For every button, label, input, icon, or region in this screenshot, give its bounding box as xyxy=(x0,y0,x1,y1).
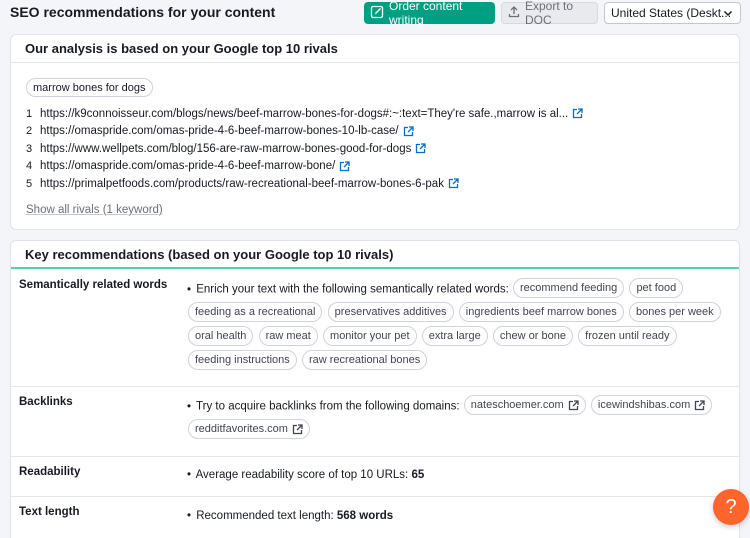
order-label: Order content writing xyxy=(389,0,463,27)
backlink-domain-chip[interactable]: redditfavorites.com xyxy=(188,419,310,440)
rival-url[interactable]: https://www.wellpets.com/blog/156-are-ra… xyxy=(40,143,411,155)
semantic-word-chip: recommend feeding xyxy=(513,278,625,298)
edit-icon xyxy=(370,5,384,22)
text-length-text: Recommended text length: xyxy=(196,510,334,522)
list-fade xyxy=(26,191,726,199)
text-length-value: 568 words xyxy=(336,510,394,522)
bullet: • xyxy=(187,283,192,296)
semantic-row: Semantically related words • Enrich your… xyxy=(11,271,739,387)
text-length-body: • Recommended text length: 568 words xyxy=(187,505,732,529)
recommendations-title: Key recommendations (based on your Googl… xyxy=(11,241,739,269)
analysis-title: Our analysis is based on your Google top… xyxy=(11,35,739,63)
chevron-down-icon xyxy=(722,7,734,22)
semantic-word-chip: feeding instructions xyxy=(188,350,297,371)
readability-value: 65 xyxy=(411,469,425,481)
rival-number: 3 xyxy=(26,142,33,155)
bullet: • xyxy=(187,400,192,413)
rival-number: 5 xyxy=(26,177,33,190)
external-link-icon[interactable] xyxy=(694,399,705,411)
semantic-word-chip: frozen until ready xyxy=(578,326,677,347)
bullet: • xyxy=(187,469,192,481)
recommendations-card: Key recommendations (based on your Googl… xyxy=(10,240,740,538)
external-link-icon[interactable] xyxy=(415,143,427,154)
external-link-icon[interactable] xyxy=(568,399,579,411)
semantic-word-chip: monitor your pet xyxy=(323,326,417,347)
backlinks-body: • Try to acquire backlinks from the foll… xyxy=(187,395,732,443)
rival-number: 4 xyxy=(26,160,33,173)
country-value: United States (Deskt... xyxy=(611,6,732,20)
domain-label: nateschoemer.com xyxy=(470,399,564,411)
semantic-word-chip: ingredients beef marrow bones xyxy=(458,302,624,323)
backlink-domain-chip[interactable]: icewindshibas.com xyxy=(590,395,713,415)
page-title: SEO recommendations for your content xyxy=(10,4,276,20)
export-to-doc-button[interactable]: Export to DOC xyxy=(501,0,598,27)
rivals-list: 1 https://k9connoisseur.com/blogs/news/b… xyxy=(26,105,726,195)
export-label: Export to DOC xyxy=(525,0,574,27)
readability-body: • Average readability score of top 10 UR… xyxy=(187,464,732,488)
list-item: 3 https://www.wellpets.com/blog/156-are-… xyxy=(26,140,726,158)
semantic-word-chip: extra large xyxy=(421,326,488,347)
backlinks-intro: Try to acquire backlinks from the follow… xyxy=(196,400,460,413)
semantic-word-chip: feeding as a recreational xyxy=(188,302,323,323)
semantic-word-chip: preservatives additives xyxy=(327,302,454,323)
rival-url[interactable]: https://omaspride.com/omas-pride-4-6-bee… xyxy=(40,125,399,137)
upload-icon xyxy=(508,5,520,21)
top-bar: SEO recommendations for your content Ord… xyxy=(0,0,750,27)
domain-label: icewindshibas.com xyxy=(597,399,691,411)
backlinks-row: Backlinks • Try to acquire backlinks fro… xyxy=(11,387,739,457)
list-item: 4 https://omaspride.com/omas-pride-4-6-b… xyxy=(26,158,726,176)
rival-url[interactable]: https://primalpetfoods.com/products/raw-… xyxy=(40,178,444,190)
semantic-word-chip: pet food xyxy=(629,278,684,298)
show-all-rivals-link[interactable]: Show all rivals (1 keyword) xyxy=(26,204,163,216)
domain-label: redditfavorites.com xyxy=(195,423,288,436)
readability-row: Readability • Average readability score … xyxy=(11,457,739,497)
semantic-word-chip: oral health xyxy=(188,326,254,347)
semantic-word-chip: raw meat xyxy=(258,326,318,347)
list-item: 1 https://k9connoisseur.com/blogs/news/b… xyxy=(26,105,726,123)
analysis-card: Our analysis is based on your Google top… xyxy=(10,34,740,230)
backlink-domain-chip[interactable]: nateschoemer.com xyxy=(463,395,586,415)
list-item: 2 https://omaspride.com/omas-pride-4-6-b… xyxy=(26,123,726,141)
country-select[interactable]: United States (Deskt... xyxy=(604,2,741,24)
external-link-icon[interactable] xyxy=(572,108,583,119)
keyword-chip: marrow bones for dogs xyxy=(26,78,153,97)
rival-number: 2 xyxy=(26,125,33,138)
order-content-writing-button[interactable]: Order content writing xyxy=(364,0,495,27)
rival-number: 1 xyxy=(26,107,33,120)
list-item: 5 https://primalpetfoods.com/products/ra… xyxy=(26,175,726,193)
external-link-icon[interactable] xyxy=(339,161,350,172)
rival-url[interactable]: https://k9connoisseur.com/blogs/news/bee… xyxy=(40,108,568,120)
semantic-word-chip: chew or bone xyxy=(492,326,573,347)
external-link-icon[interactable] xyxy=(292,423,303,435)
text-length-label: Text length xyxy=(19,506,80,518)
backlinks-label: Backlinks xyxy=(19,396,73,408)
rival-url[interactable]: https://omaspride.com/omas-pride-4-6-bee… xyxy=(40,160,335,172)
external-link-icon[interactable] xyxy=(403,126,414,137)
semantic-word-chip: raw recreational bones xyxy=(301,350,428,371)
readability-text: Average readability score of top 10 URLs… xyxy=(195,469,409,481)
semantic-intro: Enrich your text with the following sema… xyxy=(196,283,509,296)
semantic-body: • Enrich your text with the following se… xyxy=(187,278,732,374)
bullet: • xyxy=(187,510,192,522)
external-link-icon[interactable] xyxy=(448,178,459,189)
semantic-word-chip: bones per week xyxy=(629,302,721,323)
readability-label: Readability xyxy=(19,466,81,478)
help-button[interactable]: ? xyxy=(713,489,749,525)
semantic-label: Semantically related words xyxy=(19,279,168,291)
text-length-row: Text length • Recommended text length: 5… xyxy=(11,497,739,538)
